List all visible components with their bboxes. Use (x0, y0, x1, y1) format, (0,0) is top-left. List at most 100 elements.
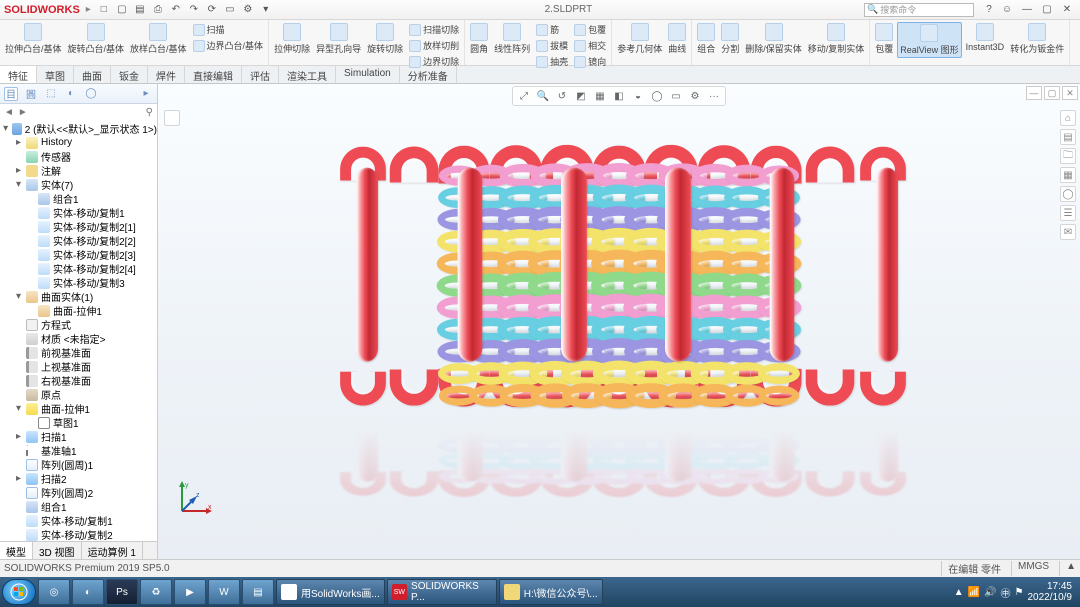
command-search-input[interactable]: 搜索命令 (864, 3, 974, 17)
tab-Simulation[interactable]: Simulation (336, 66, 400, 83)
zoom-fit-icon[interactable]: ⤢ (516, 88, 532, 104)
prev-view-icon[interactable]: ↺ (554, 88, 570, 104)
design-library-icon[interactable]: ▤ (1060, 129, 1076, 145)
sweep-button[interactable]: 扫描 (191, 22, 266, 37)
display-manager-icon[interactable]: ◐ (64, 87, 78, 101)
tree-item[interactable]: ▸History (2, 136, 157, 150)
section-view-icon[interactable]: ◩ (573, 88, 589, 104)
tray-sound-icon[interactable]: 🔊 (984, 587, 996, 598)
solidworks-resources-icon[interactable]: ⌂ (1060, 110, 1076, 126)
tree-item[interactable]: 草图1 (2, 416, 157, 430)
select-icon[interactable]: ▭ (223, 3, 237, 17)
display-style-icon[interactable]: ◧ (611, 88, 627, 104)
tree-item[interactable]: 上视基准面 (2, 360, 157, 374)
wrap2-button[interactable]: 包覆 (873, 22, 895, 58)
options-icon[interactable]: ⚙ (241, 3, 255, 17)
extrude-cut-button[interactable]: 拉伸切除 (272, 22, 312, 69)
tree-item[interactable]: 材质 <未指定> (2, 332, 157, 346)
nav-fwd-icon[interactable]: ► (18, 107, 28, 118)
draft-button[interactable]: 拔模 (534, 38, 570, 53)
tab-焊件[interactable]: 焊件 (148, 66, 185, 83)
revolve-boss-button[interactable]: 旋转凸台/基体 (66, 22, 127, 56)
boundary-boss-button[interactable]: 边界凸台/基体 (191, 38, 266, 53)
custom-props-icon[interactable]: ☰ (1060, 205, 1076, 221)
taskbar-app-photoshop[interactable]: Ps (106, 579, 138, 605)
realview-button[interactable]: RealView 图形 (897, 22, 961, 58)
doc-minimize-icon[interactable]: — (1026, 86, 1042, 100)
zoom-area-icon[interactable]: 🔍 (535, 88, 551, 104)
sweep-cut-button[interactable]: 扫描切除 (407, 22, 461, 37)
convert-sheet-metal-button[interactable]: 转化为钣金件 (1008, 22, 1066, 58)
split-button[interactable]: 分割 (719, 22, 741, 56)
configuration-manager-icon[interactable]: ⬚ (44, 87, 58, 101)
panel-collapse-icon[interactable]: ▸ (139, 87, 153, 101)
view-palette-icon[interactable]: ▦ (1060, 167, 1076, 183)
graphics-viewport[interactable]: ⤢ 🔍 ↺ ◩ ▦ ◧ ◒ ◯ ▭ ⚙ ··· — ▢ ✕ ⌂ ▤ 🗀 ▦ ◯ … (158, 84, 1080, 559)
tray-expand-icon[interactable]: ▲ (954, 587, 964, 598)
appearance-manager-icon[interactable]: ◯ (84, 87, 98, 101)
tab-特征[interactable]: 特征 (0, 66, 37, 83)
undo-icon[interactable]: ↶ (169, 3, 183, 17)
more-views-icon[interactable]: ··· (706, 88, 722, 104)
tree-item[interactable]: 实体-移动/复制2[2] (2, 234, 157, 248)
property-manager-icon[interactable]: 圓 (24, 87, 38, 101)
tree-item[interactable]: 阵列(圆周)1 (2, 458, 157, 472)
tree-item[interactable]: 原点 (2, 388, 157, 402)
tree-item[interactable]: ▾曲面实体(1) (2, 290, 157, 304)
taskbar-window-solidworks1[interactable]: 用SolidWorks画... (276, 579, 385, 605)
tray-action-icon[interactable]: ⚑ (1015, 587, 1024, 598)
orientation-icon[interactable] (164, 110, 180, 126)
shell-button[interactable]: 抽壳 (534, 54, 570, 69)
menu-dropdown-icon[interactable]: ▸ (86, 4, 91, 15)
tab-model[interactable]: 模型 (0, 542, 33, 559)
curves-button[interactable]: 曲线 (666, 22, 688, 56)
tab-3dview[interactable]: 3D 视图 (33, 542, 82, 559)
tab-曲面[interactable]: 曲面 (74, 66, 111, 83)
tree-item[interactable]: ▸注解 (2, 164, 157, 178)
tree-item[interactable]: 基准轴1 (2, 444, 157, 458)
tree-item[interactable]: ▾实体(7) (2, 178, 157, 192)
tree-item[interactable]: ▸扫描1 (2, 430, 157, 444)
forum-icon[interactable]: ✉ (1060, 224, 1076, 240)
start-button[interactable] (2, 579, 36, 605)
tree-item[interactable]: ▸扫描2 (2, 472, 157, 486)
taskbar-window-solidworks2[interactable]: SWSOLIDWORKS P... (387, 579, 497, 605)
loft-cut-button[interactable]: 放样切削 (407, 38, 461, 53)
doc-restore-icon[interactable]: ▢ (1044, 86, 1060, 100)
combine-button[interactable]: 组合 (695, 22, 717, 56)
tree-item[interactable]: 实体-移动/复制2[4] (2, 262, 157, 276)
tree-item[interactable]: 组合1 (2, 500, 157, 514)
doc-close-icon[interactable]: ✕ (1062, 86, 1078, 100)
view-orientation-icon[interactable]: ▦ (592, 88, 608, 104)
tree-item[interactable]: 前视基准面 (2, 346, 157, 360)
tree-item[interactable]: 曲面-拉伸1 (2, 304, 157, 318)
tree-item[interactable]: ▾曲面-拉伸1 (2, 402, 157, 416)
user-icon[interactable]: ☺ (1000, 3, 1014, 17)
hole-wizard-button[interactable]: 异型孔向导 (314, 22, 363, 69)
new-icon[interactable]: □ (97, 3, 111, 17)
tree-item[interactable]: 阵列(圆周)2 (2, 486, 157, 500)
status-units[interactable]: MMGS (1011, 561, 1049, 576)
tree-item[interactable]: 实体-移动/复制1 (2, 514, 157, 528)
nav-back-icon[interactable]: ◄ (4, 107, 14, 118)
fillet-button[interactable]: 圆角 (468, 22, 490, 69)
tab-评估[interactable]: 评估 (242, 66, 279, 83)
edit-appearance-icon[interactable]: ◯ (649, 88, 665, 104)
view-settings-icon[interactable]: ⚙ (687, 88, 703, 104)
status-expand-icon[interactable]: ▲ (1059, 561, 1076, 576)
design-tree-icon[interactable]: ⽬ (4, 87, 18, 101)
filter-icon[interactable]: ⚲ (146, 107, 153, 118)
save-icon[interactable]: ▤ (133, 3, 147, 17)
tree-item[interactable]: 实体-移动/复制3 (2, 276, 157, 290)
tab-草图[interactable]: 草图 (37, 66, 74, 83)
qat-more-icon[interactable]: ▾ (259, 3, 273, 17)
tray-ime-icon[interactable]: ㊥ (1001, 585, 1011, 600)
intersect-button[interactable]: 相交 (572, 38, 608, 53)
tab-motion[interactable]: 运动算例 1 (82, 542, 143, 559)
tree-item[interactable]: 右视基准面 (2, 374, 157, 388)
tray-network-icon[interactable]: 📶 (968, 587, 980, 598)
taskbar-window-explorer[interactable]: H:\微信公众号\... (499, 579, 603, 605)
tree-item[interactable]: 实体-移动/复制2[1] (2, 220, 157, 234)
open-icon[interactable]: ▢ (115, 3, 129, 17)
tree-item[interactable]: 实体-移动/复制2 (2, 528, 157, 541)
